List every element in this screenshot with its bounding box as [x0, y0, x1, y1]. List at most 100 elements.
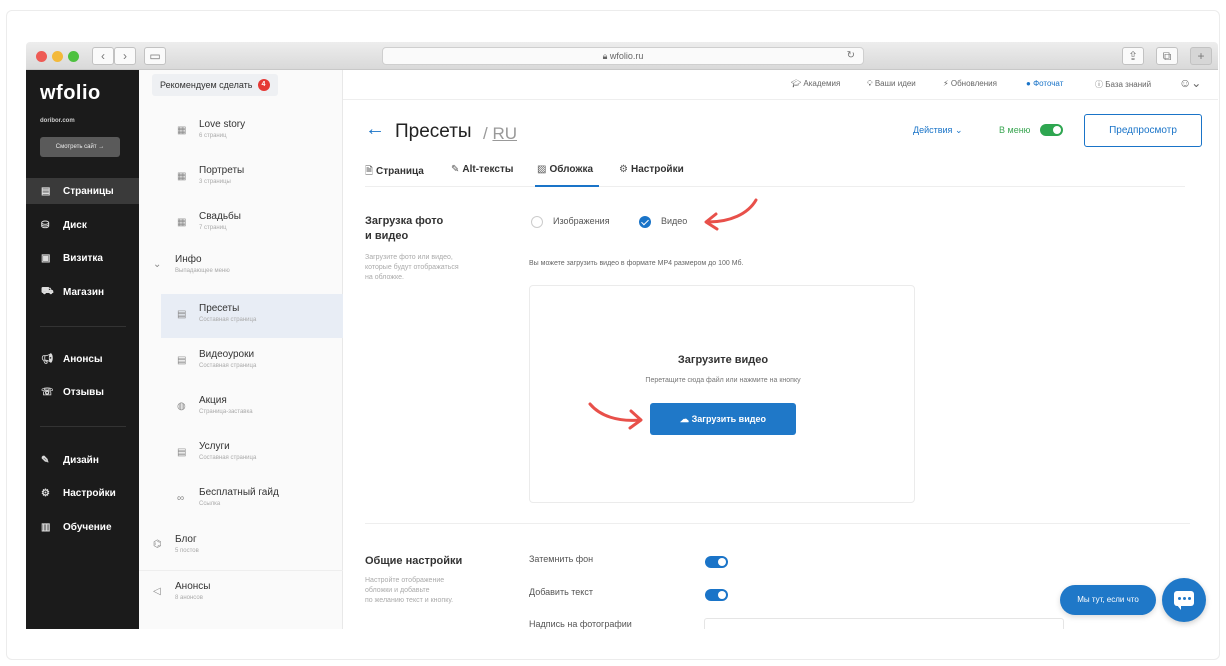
sidebar-item-reviews[interactable]: ☏ Отзывы — [26, 379, 139, 405]
sidebar-item-label: Страницы — [63, 185, 114, 197]
view-site-button[interactable]: Смотреть сайт → — [40, 137, 120, 157]
browser-back-button[interactable]: ‹ — [92, 47, 114, 65]
tab-alt-texts[interactable]: ✎ Alt-тексты — [451, 164, 513, 175]
tree-item-announcements[interactable]: ◁ Анонсы 8 анонсов — [139, 575, 343, 615]
tree-item-title: Свадьбы — [199, 211, 241, 222]
help-icon: ⓘ — [1095, 80, 1106, 89]
tree-item-title: Портреты — [199, 165, 245, 176]
tree-item-subtitle: Составная страница — [199, 455, 257, 461]
language-link[interactable]: / RU — [483, 124, 517, 144]
academy-link[interactable]: 🎓︎ Академия — [791, 79, 840, 88]
images-radio-label[interactable]: Изображения — [553, 216, 610, 226]
tree-item-weddings[interactable]: ▦ Свадьбы 7 страниц — [161, 202, 343, 246]
zoom-window-button[interactable] — [68, 51, 79, 62]
photochat-link[interactable]: ● Фоточат — [1026, 79, 1063, 88]
tab-cover[interactable]: ▨ Обложка — [537, 164, 593, 175]
sidebar-item-announcements[interactable]: 📢︎ Анонсы — [26, 346, 139, 372]
sidebar-item-card[interactable]: ▣ Визитка — [26, 245, 139, 271]
logo[interactable]: wfolio — [40, 82, 101, 105]
sidebar-toggle-icon[interactable]: ▭ — [144, 47, 166, 65]
tree-item-title: Акция — [199, 395, 227, 406]
dropzone-subtitle: Перетащите сюда файл или нажмите на кноп… — [645, 377, 801, 384]
grid-icon: ▦ — [177, 171, 187, 182]
tree-item-subtitle: Составная страница — [199, 363, 257, 369]
tab-label: Обложка — [549, 164, 594, 175]
upload-video-button[interactable]: ☁ Загрузить видео — [650, 403, 796, 435]
tabs-icon[interactable]: ⧉ — [1156, 47, 1178, 65]
edit-icon: ✎ — [451, 164, 460, 175]
tree-item-blog[interactable]: ⌬ Блог 5 постов — [139, 528, 343, 568]
tree-item-services[interactable]: ▤ Услуги Составная страница — [161, 432, 343, 476]
sidebar-item-label: Магазин — [63, 286, 105, 298]
sidebar-item-design[interactable]: ✎ Дизайн — [26, 447, 139, 473]
tree-item-free-guide[interactable]: ∞ Бесплатный гайд Ссылка — [161, 478, 343, 522]
sidebar-item-learning[interactable]: ▥ Обучение — [26, 514, 139, 540]
video-radio-label[interactable]: Видео — [661, 216, 687, 226]
address-bar[interactable]: 🔒︎ wfolio.ru ↻ — [382, 47, 864, 65]
tree-item-promo[interactable]: ◍ Акция Страница-заставка — [161, 386, 343, 430]
general-desc-line2: обложки и добавьте — [365, 587, 430, 594]
ideas-link[interactable]: 💡︎ Ваши идеи — [867, 79, 916, 89]
recommend-button[interactable]: Рекомендуем сделать 4 — [152, 74, 278, 96]
in-menu-toggle[interactable] — [1040, 124, 1063, 136]
sidebar-item-settings[interactable]: ⚙ Настройки — [26, 480, 139, 506]
photo-caption-input[interactable] — [704, 618, 1064, 629]
tree-group-info[interactable]: ⌄ Инфо Выпадающее меню — [139, 248, 343, 288]
chat-prompt-pill[interactable]: Мы тут, если что — [1060, 585, 1156, 615]
close-window-button[interactable] — [36, 51, 47, 62]
top-bar: 🎓︎ Академия 💡︎ Ваши идеи ⚡︎ Обновления ●… — [343, 70, 1218, 100]
actions-dropdown[interactable]: Действия ⌄ — [913, 125, 963, 136]
annotation-arrow-video — [704, 198, 758, 231]
sidebar-item-disk[interactable]: ⛁ Диск — [26, 212, 139, 238]
tree-item-title: Love story — [199, 119, 246, 130]
share-icon[interactable]: ⇪ — [1122, 47, 1144, 65]
browser-forward-button[interactable]: › — [114, 47, 136, 65]
images-radio[interactable] — [531, 216, 543, 228]
minimize-window-button[interactable] — [52, 51, 63, 62]
account-icon[interactable]: ☺⌄ — [1179, 76, 1201, 90]
updates-link[interactable]: ⚡︎ Обновления — [943, 79, 997, 88]
photochat-icon: ● — [1026, 79, 1034, 88]
chevron-down-icon[interactable]: ⌄ — [153, 259, 161, 270]
image-icon: ▨ — [537, 164, 547, 175]
video-radio[interactable] — [639, 216, 651, 228]
sidebar-item-label: Настройки — [63, 487, 116, 499]
chat-button[interactable] — [1162, 578, 1206, 622]
tab-page[interactable]: 🗎︎ Страница — [365, 164, 424, 181]
reviews-icon: ☏ — [41, 386, 54, 398]
sidebar-item-pages[interactable]: ▤ Страницы — [26, 178, 139, 204]
toggle-knob — [1053, 126, 1061, 134]
page-icon: ▤ — [177, 309, 187, 320]
upload-title-line1: Загрузка фото — [365, 215, 444, 227]
tab-settings[interactable]: ⚙ Настройки — [619, 164, 684, 175]
tree-item-video-lessons[interactable]: ▤ Видеоуроки Составная страница — [161, 340, 343, 384]
tree-item-love-story[interactable]: ▦ Love story 6 страниц — [161, 110, 343, 154]
tree-item-portraits[interactable]: ▦ Портреты 3 страницы — [161, 156, 343, 200]
knowledge-base-link[interactable]: ⓘ База знаний — [1095, 79, 1151, 90]
toggle-knob — [718, 591, 726, 599]
video-dropzone[interactable]: Загрузите видео Перетащите сюда файл или… — [529, 285, 915, 503]
darken-background-toggle[interactable] — [705, 556, 728, 568]
upload-title-line2: и видео — [365, 230, 409, 242]
reload-icon[interactable]: ↻ — [847, 48, 855, 64]
app-window: wfolio doribor.com Смотреть сайт → ▤ Стра… — [26, 70, 1218, 629]
add-text-toggle[interactable] — [705, 589, 728, 601]
lightbulb-icon: 💡︎ — [867, 79, 875, 88]
tree-item-subtitle: Ссылка — [199, 501, 221, 507]
new-tab-button[interactable]: + — [1190, 47, 1212, 65]
upload-desc-line2: которые будут отображаться — [365, 264, 459, 271]
updates-label: Обновления — [950, 79, 997, 88]
gear-icon: ⚙ — [41, 487, 50, 499]
address-text: wfolio.ru — [609, 51, 644, 61]
tree-item-title: Блог — [175, 534, 197, 545]
grid-icon: ▦ — [177, 217, 187, 228]
tree-item-presets[interactable]: ▤ Пресеты Составная страница — [161, 294, 343, 338]
preview-button[interactable]: Предпросмотр — [1084, 114, 1202, 147]
back-arrow-icon[interactable]: ← — [365, 118, 385, 141]
sidebar-item-shop[interactable]: ⛟ Магазин — [26, 279, 139, 305]
page-icon: ▤ — [177, 447, 187, 458]
general-desc-line3: по желанию текст и кнопку. — [365, 597, 454, 604]
sidebar-item-label: Визитка — [63, 252, 103, 264]
book-icon: ▥ — [41, 521, 51, 533]
page-icon: ▤ — [177, 355, 187, 366]
